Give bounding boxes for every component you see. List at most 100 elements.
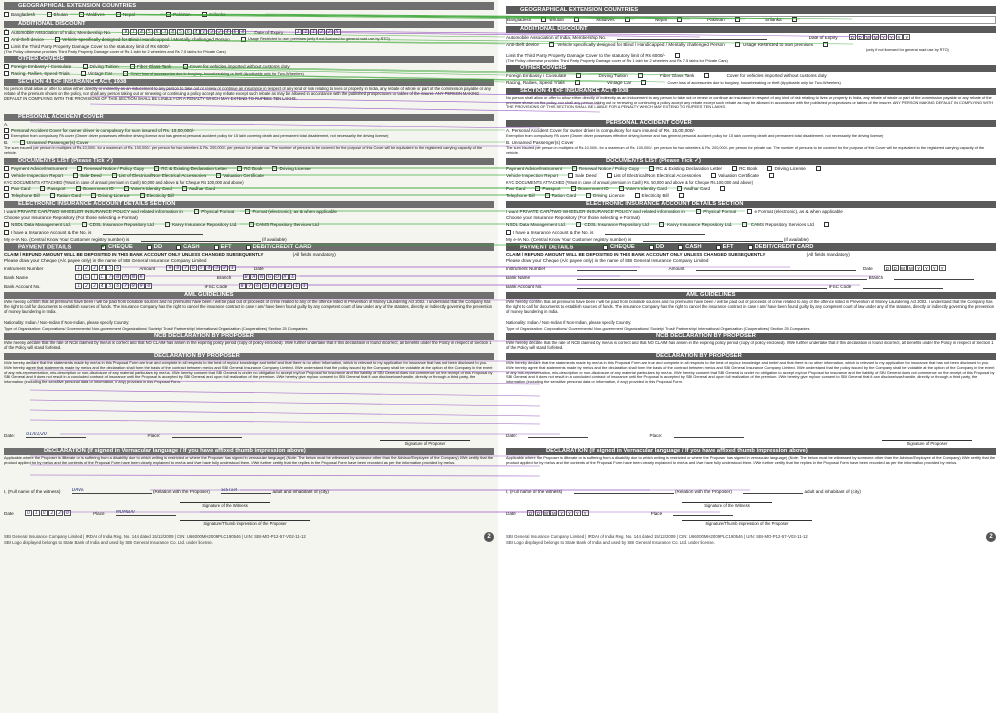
document-checkbox[interactable] bbox=[4, 166, 10, 172]
payment-mode-checkbox[interactable] bbox=[648, 244, 654, 250]
checkbox-handicapped[interactable] bbox=[734, 42, 740, 48]
amount-digit-box[interactable]: 8 bbox=[174, 265, 182, 271]
bankacc-digit-box[interactable]: 7 bbox=[122, 283, 130, 289]
branch-char-box[interactable]: R bbox=[281, 274, 289, 280]
eia-myno-field[interactable] bbox=[140, 236, 261, 242]
document-checkbox[interactable] bbox=[720, 186, 725, 192]
place-field[interactable] bbox=[673, 432, 744, 438]
document-checkbox[interactable] bbox=[4, 186, 10, 192]
document-checkbox[interactable] bbox=[544, 193, 550, 199]
document-checkbox[interactable] bbox=[4, 193, 10, 199]
amount-digit-box[interactable]: 5 bbox=[197, 265, 205, 271]
doe-boxes[interactable]: 311225 bbox=[294, 29, 342, 35]
membership-digit-box[interactable]: 6 bbox=[231, 29, 239, 35]
bankacc-digit-box[interactable]: 5 bbox=[106, 283, 114, 289]
amount-digit-box[interactable]: 4 bbox=[205, 265, 213, 271]
place2-field[interactable] bbox=[673, 510, 734, 517]
doe-box[interactable]: M bbox=[864, 34, 872, 40]
date-box[interactable]: M bbox=[907, 265, 915, 271]
membership-digit-box[interactable]: 4 bbox=[223, 29, 231, 35]
membership-digit-box[interactable]: 1 bbox=[200, 29, 208, 35]
payment-mode-checkbox[interactable] bbox=[602, 244, 608, 250]
checkbox-anti-theft[interactable] bbox=[548, 42, 554, 48]
payment-mode-checkbox[interactable] bbox=[176, 244, 182, 250]
doe-box[interactable]: M bbox=[872, 34, 880, 40]
checkbox-bangladesh[interactable] bbox=[4, 12, 10, 18]
date2-boxes[interactable]: 010220 bbox=[25, 510, 72, 516]
bankacc-field[interactable] bbox=[577, 283, 828, 289]
checkbox-nepal[interactable] bbox=[676, 17, 682, 23]
payment-mode-checkbox[interactable] bbox=[715, 244, 721, 250]
doe-box[interactable]: Y bbox=[887, 34, 895, 40]
checkbox-handicapped[interactable] bbox=[55, 37, 61, 43]
date2-box[interactable]: Y bbox=[581, 510, 589, 516]
branch-char-box[interactable]: N bbox=[258, 274, 266, 280]
checkbox-racing[interactable] bbox=[4, 71, 10, 77]
membership-digit-box[interactable]: 4 bbox=[169, 29, 177, 35]
branch-char-box[interactable]: E bbox=[289, 274, 297, 280]
date2-digit-box[interactable]: 2 bbox=[48, 510, 56, 516]
date-boxes[interactable]: DDMMYYYY bbox=[883, 265, 946, 271]
checkbox-vintage[interactable] bbox=[81, 71, 87, 77]
bankacc-digit-box[interactable]: 2 bbox=[83, 283, 91, 289]
checkbox-usage[interactable] bbox=[823, 42, 829, 48]
date2-box[interactable]: M bbox=[542, 510, 550, 516]
witness-name[interactable]: DAVE bbox=[71, 488, 152, 494]
payment-mode-checkbox[interactable] bbox=[213, 244, 219, 250]
checkbox-automobile[interactable] bbox=[4, 29, 10, 35]
branch-char-box[interactable]: O bbox=[273, 274, 281, 280]
amount-field[interactable] bbox=[695, 265, 856, 272]
document-checkbox[interactable] bbox=[73, 173, 79, 179]
checkbox-fiber[interactable] bbox=[704, 73, 710, 79]
document-checkbox[interactable] bbox=[649, 166, 655, 172]
checkbox-eformat[interactable] bbox=[747, 209, 753, 215]
checkbox-nepal[interactable] bbox=[115, 12, 121, 18]
bank-char-box[interactable]: C bbox=[83, 274, 91, 280]
membership-digit-box[interactable]: 9 bbox=[122, 29, 130, 35]
eia-myno-field[interactable] bbox=[642, 236, 783, 242]
checkbox-cams[interactable] bbox=[823, 222, 829, 228]
doe-box[interactable]: Y bbox=[903, 34, 911, 40]
checkbox-have-account[interactable] bbox=[506, 229, 511, 235]
bank-char-box[interactable]: N bbox=[129, 274, 137, 280]
document-checkbox[interactable] bbox=[767, 166, 773, 172]
document-checkbox[interactable] bbox=[535, 186, 541, 192]
document-checkbox[interactable] bbox=[75, 186, 81, 192]
document-checkbox[interactable] bbox=[815, 166, 821, 172]
date-box[interactable]: D bbox=[883, 265, 891, 271]
document-checkbox[interactable] bbox=[4, 173, 10, 179]
place2-value[interactable]: MUMBAI bbox=[115, 510, 176, 517]
checkbox-karvy[interactable] bbox=[165, 222, 171, 228]
doe-box[interactable]: Y bbox=[895, 34, 903, 40]
document-checkbox[interactable] bbox=[768, 173, 774, 179]
document-checkbox[interactable] bbox=[91, 193, 97, 199]
checkbox-physical[interactable] bbox=[696, 209, 702, 215]
eia-account-field[interactable] bbox=[604, 229, 705, 235]
amount-digit-box[interactable]: 7 bbox=[182, 265, 190, 271]
branch-char-box[interactable]: A bbox=[250, 274, 258, 280]
checkbox-pa-exemption[interactable] bbox=[4, 134, 9, 140]
document-checkbox[interactable] bbox=[571, 166, 577, 172]
checkbox-cdsl[interactable] bbox=[658, 222, 664, 228]
bankacc-digit-box[interactable]: 9 bbox=[137, 283, 145, 289]
bankacc-digit-box[interactable]: 1 bbox=[75, 283, 83, 289]
checkbox-cover-loss[interactable] bbox=[123, 71, 129, 77]
checkbox-eformat[interactable] bbox=[245, 209, 251, 215]
bank-char-box[interactable]: I bbox=[90, 274, 98, 280]
document-checkbox[interactable] bbox=[40, 186, 46, 192]
instrument-digit-box[interactable]: 3 bbox=[90, 265, 98, 271]
checkbox-pa-compulsory[interactable] bbox=[4, 128, 10, 134]
document-checkbox[interactable] bbox=[216, 173, 222, 179]
checkbox-bangladesh[interactable] bbox=[541, 17, 547, 23]
ifsc-char-box[interactable]: 3 bbox=[277, 283, 285, 289]
membership-digit-box[interactable]: 4 bbox=[137, 29, 145, 35]
bank-field[interactable] bbox=[577, 274, 868, 280]
bank-char-box[interactable]: C bbox=[98, 274, 106, 280]
document-checkbox[interactable] bbox=[711, 173, 717, 179]
document-checkbox[interactable] bbox=[154, 166, 160, 172]
checkbox-anti-theft[interactable] bbox=[4, 37, 10, 43]
witness-name-field[interactable] bbox=[573, 488, 674, 494]
doe-digit-box[interactable]: 2 bbox=[325, 29, 333, 35]
amount-digit-box[interactable]: 6 bbox=[189, 265, 197, 271]
date2-boxes[interactable]: DDMMYYYY bbox=[527, 510, 589, 516]
